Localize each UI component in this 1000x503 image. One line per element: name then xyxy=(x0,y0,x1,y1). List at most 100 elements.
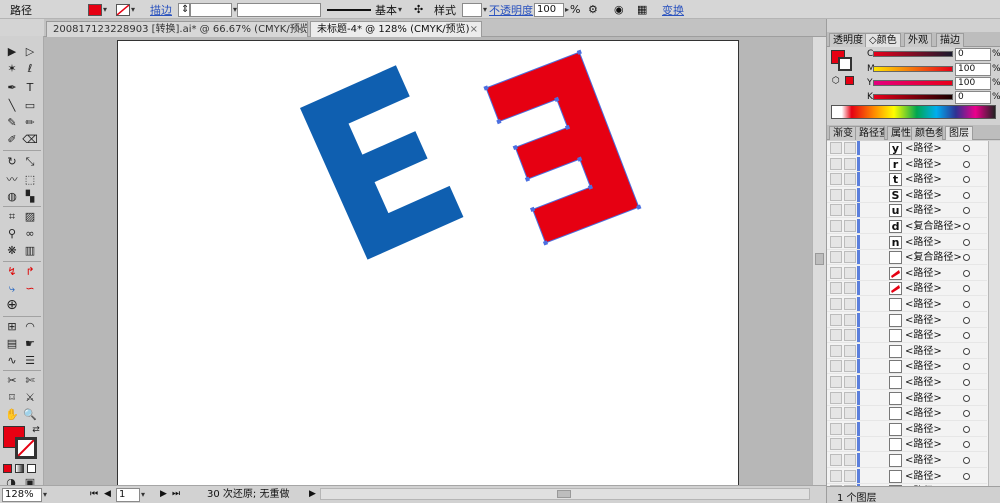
status-menu-arrow-icon[interactable]: ▶ xyxy=(309,488,316,502)
blend-tool-icon[interactable]: ∞ xyxy=(22,226,38,241)
yellow-slider[interactable] xyxy=(873,80,953,86)
magenta-value[interactable]: 100 xyxy=(955,63,991,76)
visibility-toggle[interactable] xyxy=(830,360,842,373)
layer-row[interactable]: n <路径> xyxy=(827,234,987,250)
magic-wand-icon[interactable]: ✶ xyxy=(4,61,20,76)
artwork-layer[interactable] xyxy=(118,41,739,487)
lock-toggle[interactable] xyxy=(844,188,856,201)
target-circle-icon[interactable] xyxy=(963,223,970,230)
target-circle-icon[interactable] xyxy=(963,191,970,199)
zoom-dropdown[interactable]: 128% ▾ xyxy=(2,488,47,502)
rotate-tool-icon[interactable]: ↻ xyxy=(4,154,20,169)
layer-row[interactable]: <路径> xyxy=(827,265,987,281)
tab-color-guide[interactable]: 颜色参 xyxy=(911,126,943,140)
pencil-icon[interactable]: ✏ xyxy=(22,115,38,130)
visibility-toggle[interactable] xyxy=(830,282,842,295)
target-circle-icon[interactable] xyxy=(963,441,970,449)
warp-tool-icon[interactable]: 〰 xyxy=(4,172,20,187)
visibility-toggle[interactable] xyxy=(830,438,842,451)
tab-stroke[interactable]: 描边 xyxy=(936,33,964,47)
tab-pathfinder[interactable]: 路径查 xyxy=(855,126,885,140)
lock-toggle[interactable] xyxy=(844,391,856,404)
visibility-toggle[interactable] xyxy=(830,173,842,186)
target-circle-icon[interactable] xyxy=(963,332,970,340)
tab-color[interactable]: ◇颜色 xyxy=(865,33,901,47)
tab-document-1[interactable]: 20081712322890​3 [转换].ai* @ 66.67% (CMYK… xyxy=(46,21,308,37)
visibility-toggle[interactable] xyxy=(830,469,842,482)
brush-dropdown[interactable]: 基本 ▾ xyxy=(327,2,402,17)
lock-toggle[interactable] xyxy=(844,220,856,232)
panel-stroke-swatch[interactable] xyxy=(838,57,852,71)
target-icon[interactable]: ⊕ xyxy=(4,298,20,313)
shape-builder-icon[interactable]: ◍ xyxy=(4,189,20,204)
layer-row[interactable]: <路径> xyxy=(827,297,987,312)
artboard[interactable] xyxy=(117,40,739,487)
wave-icon[interactable]: ∿ xyxy=(4,353,20,368)
color-mode-button[interactable] xyxy=(3,464,12,473)
lock-toggle[interactable] xyxy=(844,376,856,388)
black-value[interactable]: 0 xyxy=(955,91,991,104)
perspective-grid-icon[interactable]: ⌗ xyxy=(4,209,20,224)
visibility-toggle[interactable] xyxy=(830,157,842,170)
list-icon[interactable]: ☰ xyxy=(22,353,38,368)
layer-row[interactable]: r <路径> xyxy=(827,156,987,172)
layer-row[interactable]: y <路径> xyxy=(827,141,987,156)
lock-toggle[interactable] xyxy=(844,313,856,326)
width-tool-icon[interactable]: ↯ xyxy=(4,264,20,279)
target-circle-icon[interactable] xyxy=(963,425,970,433)
cyan-slider[interactable] xyxy=(873,51,953,57)
target-circle-icon[interactable] xyxy=(963,394,970,402)
path-tool-icon[interactable]: ↱ xyxy=(22,264,38,279)
opacity-input[interactable]: 100 ▸ xyxy=(534,2,569,17)
target-circle-icon[interactable] xyxy=(963,301,970,308)
blue-letter-e-shape[interactable] xyxy=(300,65,464,260)
anchor-tool-icon[interactable]: ⤷ xyxy=(4,281,20,296)
layer-row[interactable]: <路径> xyxy=(827,421,987,437)
target-circle-icon[interactable] xyxy=(963,269,970,277)
opacity-link[interactable]: 不透明度 xyxy=(489,2,533,17)
stroke-weight-stepper[interactable]: ⇕ ▾ xyxy=(178,2,237,17)
graphic-style-icon[interactable]: ✣ xyxy=(414,2,423,17)
lock-toggle[interactable] xyxy=(844,204,856,217)
artboard-tool-icon[interactable]: ⊞ xyxy=(4,319,20,334)
variable-width-dropdown[interactable] xyxy=(237,2,321,17)
black-slider[interactable] xyxy=(873,94,953,100)
layer-row[interactable]: <路径> xyxy=(827,312,987,328)
page-dropdown[interactable]: 1 ▾ xyxy=(116,488,145,502)
layer-row[interactable]: u <路径> xyxy=(827,203,987,219)
horizontal-scrollbar[interactable] xyxy=(320,488,810,502)
fill-color-swatch[interactable]: ▾ xyxy=(88,2,107,17)
lock-toggle[interactable] xyxy=(844,251,856,264)
target-circle-icon[interactable] xyxy=(963,379,970,386)
envelope-icon[interactable]: ◠ xyxy=(22,319,38,334)
visibility-toggle[interactable] xyxy=(830,220,842,232)
visibility-toggle[interactable] xyxy=(830,204,842,217)
target-circle-icon[interactable] xyxy=(963,238,970,246)
close-icon[interactable]: × xyxy=(296,22,304,37)
prev-page-icon[interactable]: ◀ xyxy=(104,488,111,502)
yellow-value[interactable]: 100 xyxy=(955,77,991,90)
symbol-sprayer-icon[interactable]: ❋ xyxy=(4,243,20,258)
zoom-tool-icon[interactable]: 🔍 xyxy=(22,407,38,422)
stroke-swatch[interactable] xyxy=(15,437,37,459)
next-page-icon[interactable]: ▶ xyxy=(160,488,167,502)
lock-toggle[interactable] xyxy=(844,266,856,279)
last-page-icon[interactable]: ⏭ xyxy=(172,488,180,502)
smooth-tool-icon[interactable]: ∽ xyxy=(22,281,38,296)
gamut-swatch[interactable] xyxy=(845,76,854,85)
layer-row[interactable]: <路径> xyxy=(827,343,987,359)
graph-tool-icon[interactable]: ▥ xyxy=(22,243,38,258)
visibility-toggle[interactable] xyxy=(830,391,842,404)
blob-brush-icon[interactable]: ✐ xyxy=(4,132,20,147)
lock-toggle[interactable] xyxy=(844,454,856,466)
layer-row[interactable]: <路径> xyxy=(827,468,987,484)
target-circle-icon[interactable] xyxy=(963,176,970,184)
target-circle-icon[interactable] xyxy=(963,145,970,152)
target-circle-icon[interactable] xyxy=(963,316,970,324)
close-icon[interactable]: × xyxy=(470,22,478,37)
none-mode-button[interactable] xyxy=(27,464,36,473)
layer-row[interactable]: <路径> xyxy=(827,390,987,406)
layer-row[interactable]: <路径> xyxy=(827,453,987,468)
tab-appearance[interactable]: 外观 xyxy=(904,33,932,47)
visibility-toggle[interactable] xyxy=(830,376,842,388)
